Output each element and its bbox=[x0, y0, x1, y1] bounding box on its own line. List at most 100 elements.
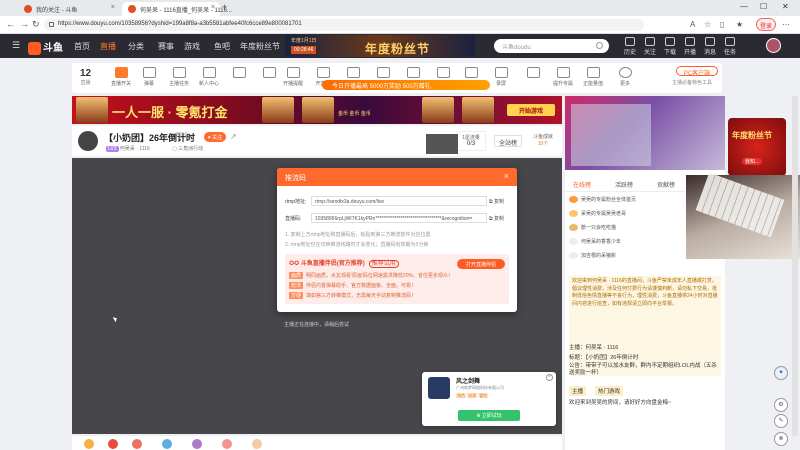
follow-button[interactable]: 关注 bbox=[640, 37, 660, 56]
tool-upgrade[interactable]: 提升专属 bbox=[548, 67, 578, 87]
collections-icon[interactable]: ★ bbox=[736, 20, 743, 29]
report-count[interactable]: 2956 bbox=[176, 132, 187, 138]
new-feature-icon[interactable]: ✦ bbox=[774, 366, 788, 380]
browser-login-button[interactable]: 登录 bbox=[756, 18, 776, 31]
browser-tab-following[interactable]: 我的关注 - 斗鱼 × bbox=[18, 2, 120, 16]
scrollbar[interactable] bbox=[792, 96, 798, 436]
browser-menu-icon[interactable]: ⋯ bbox=[782, 20, 790, 29]
tool-danmu[interactable]: 弹幕 bbox=[134, 67, 164, 87]
tool-more[interactable]: 更多 bbox=[610, 67, 640, 87]
streamer-avatar[interactable] bbox=[78, 131, 98, 151]
nav-category[interactable]: 分类 bbox=[128, 41, 144, 52]
forward-icon[interactable]: → bbox=[20, 19, 29, 29]
broadcast-button[interactable]: 开播 bbox=[680, 37, 700, 56]
close-window-icon[interactable]: ✕ bbox=[782, 2, 789, 11]
countdown-badge: 00:28:46 bbox=[291, 46, 317, 54]
favorite-icon[interactable]: ☆ bbox=[704, 20, 711, 29]
gift-reward-banner[interactable]: 今日开播最高 5000万奖励 500万赠礼 bbox=[322, 80, 490, 90]
close-tab-icon[interactable]: × bbox=[111, 4, 115, 11]
url-field[interactable]: https://www.douyu.com/10358956?dyshid=19… bbox=[44, 19, 644, 31]
stream-notice: 公告：带带子可以加水友群，群内不定期组织LOL内战（五杀送奖励一杯） bbox=[569, 363, 717, 376]
game-promo-card[interactable]: 风之剑舞 广州筑梦网络科技有限公司 角色 扮演 冒险 ⊕ 立即试玩 × bbox=[422, 372, 556, 426]
gift-icon[interactable] bbox=[252, 439, 262, 449]
tool-flag[interactable] bbox=[398, 67, 428, 80]
open-companion-button[interactable]: 打开直播伴侣 bbox=[457, 259, 505, 269]
hamburger-menu-icon[interactable]: ☰ bbox=[12, 40, 20, 51]
nav-live[interactable]: 直播 bbox=[100, 41, 116, 52]
mini-video-preview[interactable] bbox=[565, 96, 725, 170]
pc-client-button[interactable]: PC客户端 bbox=[676, 66, 718, 77]
user-avatar[interactable] bbox=[766, 38, 781, 53]
tool-live-switch[interactable]: 直播开关 bbox=[106, 67, 136, 87]
download-button[interactable]: 下载 bbox=[660, 37, 680, 56]
close-tab-icon[interactable]: × bbox=[211, 4, 215, 11]
tool-fans[interactable] bbox=[224, 67, 254, 80]
browser-tab-stream[interactable]: 何吴呆 - 1116直播_何吴呆 - 1116... × bbox=[122, 2, 232, 16]
tool-newbie[interactable]: 新人中心 bbox=[194, 67, 224, 87]
achievement-box[interactable]: 斗鱼成就 10个 bbox=[528, 133, 558, 147]
nav-home[interactable]: 首页 bbox=[74, 41, 90, 52]
stream-code-field[interactable]: 10358956rpLjWI7K1kyPRn******************… bbox=[311, 213, 487, 223]
danmu-icon bbox=[142, 67, 156, 78]
tab-active-rank[interactable]: 活跃榜 bbox=[615, 180, 633, 189]
tool-store[interactable] bbox=[368, 67, 398, 80]
fan-festival-side-ad[interactable]: 年度粉丝节 我知... bbox=[728, 118, 786, 176]
search-icon[interactable] bbox=[596, 42, 603, 49]
history-button[interactable]: 历史 bbox=[620, 37, 640, 56]
feedback-icon[interactable]: ✎ bbox=[774, 414, 788, 428]
upgrade-icon bbox=[556, 67, 570, 78]
messages-button[interactable]: 消息 bbox=[700, 37, 720, 56]
tool-energy[interactable]: 正能量值 bbox=[578, 67, 608, 87]
switch-icon bbox=[114, 67, 128, 78]
back-icon[interactable]: ← bbox=[6, 19, 15, 29]
gift-icon[interactable] bbox=[222, 439, 232, 449]
copy-stream-code-button[interactable]: ⧉ 复制 bbox=[489, 215, 504, 222]
gift-icon[interactable] bbox=[84, 439, 94, 449]
nav-games[interactable]: 游戏 bbox=[184, 41, 200, 52]
copy-rtmp-button[interactable]: ⧉ 复制 bbox=[489, 198, 504, 205]
game-ad-banner[interactable]: 一人一服 · 零氪打金 金币 金币 金币 开始游戏 bbox=[72, 96, 562, 124]
side-thumbnail[interactable] bbox=[426, 134, 458, 154]
tool-tasks[interactable]: 主播任务 bbox=[164, 67, 194, 87]
tab-online-rank[interactable]: 在线榜 bbox=[573, 180, 591, 189]
close-icon[interactable]: ⊗ bbox=[774, 432, 788, 446]
hot-games-tag[interactable]: 热门游戏 bbox=[595, 386, 624, 396]
settings-icon[interactable]: ⚙ bbox=[774, 398, 788, 412]
close-icon[interactable]: × bbox=[546, 374, 553, 381]
nav-events[interactable]: 赛事 bbox=[158, 41, 174, 52]
tool-record[interactable] bbox=[428, 67, 458, 80]
level-badge[interactable]: 12 直播 bbox=[80, 68, 91, 86]
tool-screen-record[interactable]: 录屏 bbox=[486, 67, 516, 87]
minimize-icon[interactable]: — bbox=[740, 2, 748, 11]
stream-category[interactable]: ▢ 三角洲行动 bbox=[172, 145, 203, 152]
gift-icon[interactable] bbox=[132, 439, 142, 449]
close-icon[interactable]: × bbox=[504, 171, 509, 181]
tool-remind[interactable]: 开播提醒 bbox=[278, 67, 308, 87]
new-tab-icon[interactable]: + bbox=[222, 2, 227, 12]
maximize-icon[interactable]: ☐ bbox=[760, 2, 767, 11]
nav-fishbar[interactable]: 鱼吧 bbox=[214, 41, 230, 52]
nav-fan-festival[interactable]: 年度粉丝节 bbox=[240, 41, 280, 52]
all-site-rank-button[interactable]: 全站榜 bbox=[494, 135, 522, 147]
host-tag[interactable]: 主播 bbox=[569, 386, 587, 396]
translate-icon[interactable]: A bbox=[690, 20, 695, 29]
douyu-logo[interactable]: 斗鱼 bbox=[28, 39, 63, 55]
reload-icon[interactable]: ↻ bbox=[32, 19, 40, 30]
follow-button[interactable]: ♥ 关注 bbox=[204, 132, 226, 142]
split-icon[interactable]: ▯ bbox=[720, 20, 724, 29]
gift-icon[interactable] bbox=[108, 439, 118, 449]
search-input[interactable]: 斗鱼doudu bbox=[494, 39, 609, 53]
tab-contribution-rank[interactable]: 贡献榜 bbox=[657, 180, 675, 189]
tool-lock[interactable] bbox=[518, 67, 548, 80]
share-icon[interactable]: ↗ bbox=[230, 132, 237, 141]
start-game-button[interactable]: 开始游戏 bbox=[507, 104, 555, 116]
fan-festival-banner[interactable]: 年度1月1日 00:28:46 年度粉丝节 bbox=[285, 35, 475, 57]
site-header: ☰ 斗鱼 首页 直播 分类 赛事 游戏 鱼吧 年度粉丝节 年度1月1日 00:2… bbox=[0, 34, 800, 58]
tasks-button[interactable]: 任务 bbox=[720, 37, 740, 56]
rtmp-address-field[interactable]: rtmp://sendtx3a.douyu.com/live bbox=[311, 196, 487, 206]
gift-icon[interactable] bbox=[162, 439, 172, 449]
screenshot-icon bbox=[464, 67, 478, 78]
gift-icon[interactable] bbox=[192, 439, 202, 449]
hourly-rank[interactable]: 1星流量 0/3 bbox=[456, 131, 486, 151]
play-now-button[interactable]: ⊕ 立即试玩 bbox=[458, 410, 520, 421]
